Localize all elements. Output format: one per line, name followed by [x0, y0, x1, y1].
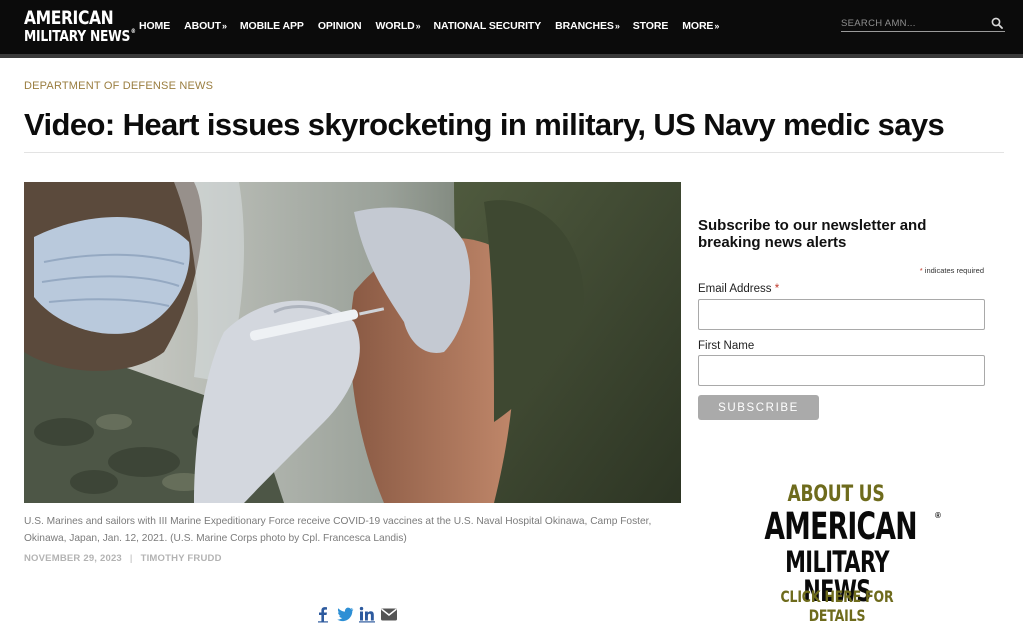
article-category-link[interactable]: DEPARTMENT OF DEFENSE NEWS: [24, 80, 213, 92]
nav-item-label: ABOUT: [184, 20, 221, 32]
logo-line-2: MILITARY NEWS®: [24, 29, 136, 44]
top-navigation-bar: AMERICAN MILITARY NEWS® HOME ABOUT» MOBI…: [0, 0, 1023, 54]
author-link[interactable]: TIMOTHY FRUDD: [141, 553, 222, 564]
about-us-banner[interactable]: ABOUT US AMERICAN ® MILITARY NEWS CLICK …: [735, 478, 945, 625]
share-bar: [314, 605, 398, 623]
chevron-right-icon: »: [714, 21, 720, 31]
first-name-label: First Name: [698, 340, 755, 352]
nav-item-home[interactable]: HOME: [139, 20, 171, 32]
publish-date: NOVEMBER 29, 2023: [24, 553, 122, 564]
search-box: [841, 15, 1005, 32]
first-name-field[interactable]: [698, 355, 985, 386]
article-hero-image: [24, 182, 681, 503]
main-nav: HOME ABOUT» MOBILE APP OPINION WORLD» NA…: [139, 20, 732, 32]
chevron-right-icon: »: [614, 21, 620, 31]
required-asterisk: *: [774, 283, 780, 295]
nav-item-about[interactable]: ABOUT»: [184, 20, 227, 32]
email-label-text: Email Address: [698, 283, 772, 295]
search-input[interactable]: [841, 15, 981, 31]
nav-item-national-security[interactable]: NATIONAL SECURITY: [434, 20, 543, 32]
about-cta-text: CLICK HERE FOR DETAILS: [780, 587, 894, 625]
nav-item-label: STORE: [632, 20, 669, 32]
nav-item-label: MOBILE APP: [239, 20, 304, 32]
nav-item-opinion[interactable]: OPINION: [318, 20, 363, 32]
required-fields-note: * indicates required: [698, 266, 984, 275]
article-byline: NOVEMBER 29, 2023 | TIMOTHY FRUDD: [24, 553, 222, 564]
about-registered-mark: ®: [935, 511, 941, 520]
email-icon[interactable]: [380, 605, 398, 623]
nav-item-store[interactable]: STORE: [633, 20, 669, 32]
nav-item-label: WORLD: [375, 20, 415, 32]
nav-item-label: HOME: [139, 20, 171, 32]
search-icon[interactable]: [991, 17, 1003, 29]
required-note-text: indicates required: [924, 266, 984, 275]
vaccination-photo: [24, 182, 681, 503]
newsletter-title: Subscribe to our newsletter and breaking…: [698, 217, 927, 251]
email-field[interactable]: [698, 299, 985, 330]
email-label: Email Address *: [698, 283, 779, 295]
logo-registered-mark: ®: [130, 28, 136, 35]
title-divider: [24, 152, 1004, 153]
byline-separator: |: [129, 553, 133, 564]
required-asterisk: *: [919, 266, 923, 275]
nav-item-label: OPINION: [317, 20, 362, 32]
nav-item-branches[interactable]: BRANCHES»: [555, 20, 620, 32]
chevron-right-icon: »: [415, 21, 421, 31]
about-us-heading: ABOUT US: [787, 482, 885, 507]
site-logo[interactable]: AMERICAN MILITARY NEWS®: [24, 9, 136, 44]
logo-line-2-text: MILITARY NEWS: [24, 27, 131, 45]
facebook-icon[interactable]: [314, 605, 332, 623]
article-title: Video: Heart issues skyrocketing in mili…: [24, 107, 945, 142]
chevron-right-icon: »: [221, 21, 227, 31]
subscribe-button[interactable]: SUBSCRIBE: [698, 395, 819, 420]
nav-item-mobile-app[interactable]: MOBILE APP: [240, 20, 305, 32]
nav-item-label: MORE: [682, 20, 714, 32]
nav-item-world[interactable]: WORLD»: [375, 20, 420, 32]
nav-item-label: BRANCHES: [555, 20, 614, 32]
image-caption: U.S. Marines and sailors with III Marine…: [24, 516, 652, 544]
linkedin-icon[interactable]: [358, 605, 376, 623]
nav-item-label: NATIONAL SECURITY: [433, 20, 542, 32]
twitter-icon[interactable]: [336, 605, 354, 623]
nav-divider: [0, 54, 1023, 58]
logo-line-1: AMERICAN: [24, 7, 114, 29]
about-brand-line-1: AMERICAN: [764, 505, 917, 548]
nav-item-more[interactable]: MORE»: [682, 20, 719, 32]
